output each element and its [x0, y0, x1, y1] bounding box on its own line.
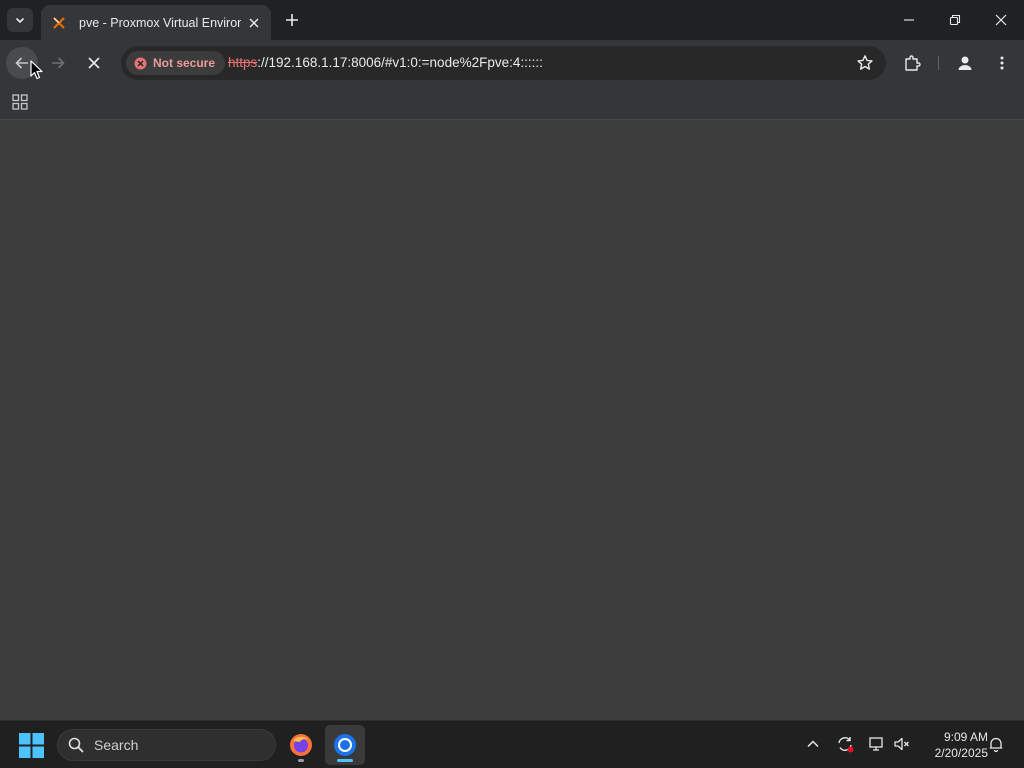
minimize-icon [904, 19, 914, 21]
url-rest: ://192.168.1.17:8006/#v1:0:=node%2Fpve:4… [257, 55, 543, 70]
sync-icon [838, 737, 854, 753]
restore-button[interactable] [932, 0, 978, 40]
search-icon [68, 737, 84, 753]
tray-sync-button[interactable] [834, 733, 856, 755]
taskbar-clock[interactable]: 9:09 AM 2/20/2025 [918, 729, 988, 761]
stop-loading-button[interactable] [78, 47, 110, 79]
menu-button[interactable] [986, 47, 1018, 79]
not-secure-label: Not secure [153, 56, 216, 70]
notifications-button[interactable] [985, 733, 1007, 755]
windows-taskbar: Search 9:09 AM 2/20/2025 [0, 720, 1024, 768]
person-icon [958, 56, 972, 70]
tab-close-button[interactable] [245, 14, 263, 32]
new-tab-button[interactable] [280, 8, 304, 32]
more-vert-icon [1000, 56, 1004, 70]
windows-logo-icon [19, 733, 44, 758]
profile-button[interactable] [949, 47, 981, 79]
tray-network-button[interactable] [866, 733, 888, 755]
bell-icon [989, 737, 1003, 752]
extensions-button[interactable] [896, 47, 928, 79]
arrow-right-icon [52, 57, 65, 69]
chrome-icon [334, 734, 356, 756]
security-chip[interactable]: Not secure [126, 51, 226, 75]
star-icon[interactable] [856, 54, 874, 72]
search-label: Search [94, 737, 139, 753]
close-icon [249, 18, 259, 27]
taskbar-app-chrome[interactable] [325, 725, 365, 765]
taskbar-app-firefox[interactable] [281, 725, 321, 765]
firefox-icon [290, 734, 312, 756]
restore-icon [949, 14, 961, 26]
active-indicator [337, 759, 353, 762]
plus-icon [286, 14, 298, 26]
apps-button[interactable] [10, 92, 30, 112]
chevron-up-icon [807, 740, 819, 748]
clock-date: 2/20/2025 [934, 746, 988, 760]
close-window-button[interactable] [978, 0, 1024, 40]
puzzle-icon [905, 55, 921, 71]
close-icon [88, 57, 100, 69]
forward-button[interactable] [42, 47, 74, 79]
volume-muted-icon [894, 737, 909, 751]
tab-proxmox[interactable]: pve - Proxmox Virtual Environm [41, 5, 271, 40]
running-indicator [298, 759, 304, 762]
tab-search-button[interactable] [7, 8, 33, 32]
chevron-down-icon [15, 17, 25, 24]
tray-volume-button[interactable] [891, 733, 913, 755]
start-button[interactable] [19, 733, 44, 758]
toolbar-divider [938, 56, 939, 70]
browser-toolbar: Not secure https://192.168.1.17:8006/#v1… [0, 40, 1024, 86]
bookmarks-bar [0, 86, 1024, 120]
warning-icon [134, 57, 147, 69]
show-hidden-icons-button[interactable] [802, 733, 824, 755]
page-content [0, 121, 1024, 721]
proxmox-icon [51, 15, 67, 31]
minimize-button[interactable] [886, 0, 932, 40]
clock-time: 9:09 AM [943, 730, 988, 744]
tab-strip: pve - Proxmox Virtual Environm [0, 0, 1024, 40]
url-text[interactable]: https://192.168.1.17:8006/#v1:0:=node%2F… [228, 55, 543, 70]
taskbar-search[interactable]: Search [57, 729, 276, 761]
close-icon [995, 14, 1007, 26]
arrow-left-icon [15, 57, 28, 69]
tab-title: pve - Proxmox Virtual Environm [79, 15, 241, 30]
mouse-cursor-icon [30, 60, 43, 80]
url-scheme: https [228, 55, 258, 70]
apps-grid-icon [12, 94, 28, 110]
address-bar[interactable]: Not secure https://192.168.1.17:8006/#v1… [121, 46, 886, 80]
network-icon [869, 737, 883, 751]
